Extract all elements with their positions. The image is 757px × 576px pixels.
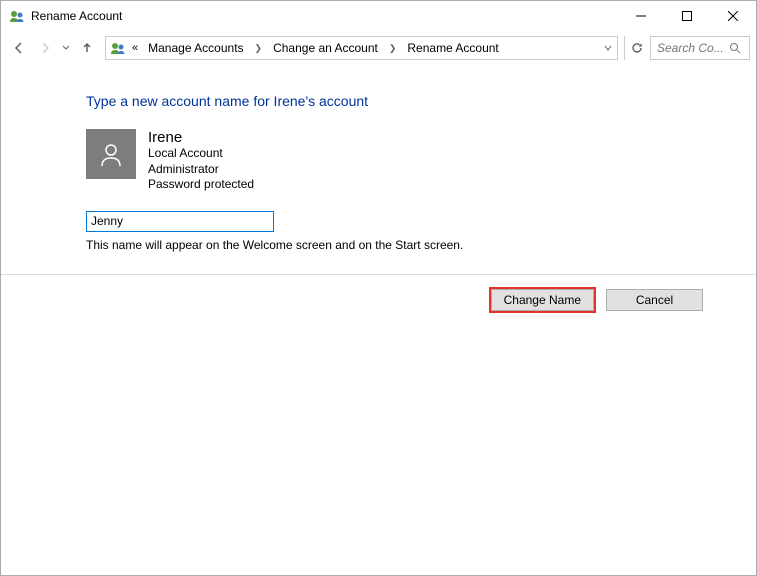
window-title: Rename Account — [31, 9, 618, 23]
change-name-button[interactable]: Change Name — [491, 289, 594, 311]
titlebar: Rename Account — [1, 1, 756, 31]
address-bar[interactable]: « Manage Accounts ❯ Change an Account ❯ … — [105, 36, 618, 60]
breadcrumb-prefix: « — [130, 42, 140, 54]
account-role: Administrator — [148, 162, 254, 178]
avatar — [86, 129, 136, 179]
maximize-button[interactable] — [664, 1, 710, 31]
breadcrumb-manage-accounts[interactable]: Manage Accounts — [144, 39, 247, 57]
address-dropdown-button[interactable] — [603, 43, 613, 53]
user-accounts-icon — [9, 8, 25, 24]
navigation-bar: « Manage Accounts ❯ Change an Account ❯ … — [1, 31, 756, 65]
input-hint: This name will appear on the Welcome scr… — [86, 238, 756, 252]
account-details: Irene Local Account Administrator Passwo… — [148, 129, 254, 193]
back-button[interactable] — [7, 36, 31, 60]
content-area: Type a new account name for Irene's acco… — [1, 93, 756, 311]
cancel-button[interactable]: Cancel — [606, 289, 703, 311]
chevron-right-icon[interactable]: ❯ — [386, 43, 400, 54]
search-icon[interactable] — [729, 42, 741, 54]
close-button[interactable] — [710, 1, 756, 31]
account-password-status: Password protected — [148, 177, 254, 193]
button-row: Change Name Cancel — [1, 275, 756, 311]
recent-locations-button[interactable] — [59, 44, 73, 52]
minimize-button[interactable] — [618, 1, 664, 31]
search-box[interactable] — [650, 36, 750, 60]
page-heading: Type a new account name for Irene's acco… — [86, 93, 756, 109]
chevron-right-icon[interactable]: ❯ — [252, 43, 266, 54]
account-info: Irene Local Account Administrator Passwo… — [86, 129, 756, 193]
breadcrumb-change-account[interactable]: Change an Account — [269, 39, 382, 57]
breadcrumb-rename-account[interactable]: Rename Account — [403, 39, 502, 57]
account-type: Local Account — [148, 146, 254, 162]
user-accounts-icon — [110, 40, 126, 56]
forward-button[interactable] — [33, 36, 57, 60]
search-input[interactable] — [657, 41, 729, 55]
account-name: Irene — [148, 129, 254, 146]
window-controls — [618, 1, 756, 31]
up-button[interactable] — [75, 36, 99, 60]
refresh-button[interactable] — [624, 36, 648, 60]
new-name-input[interactable] — [86, 211, 274, 232]
